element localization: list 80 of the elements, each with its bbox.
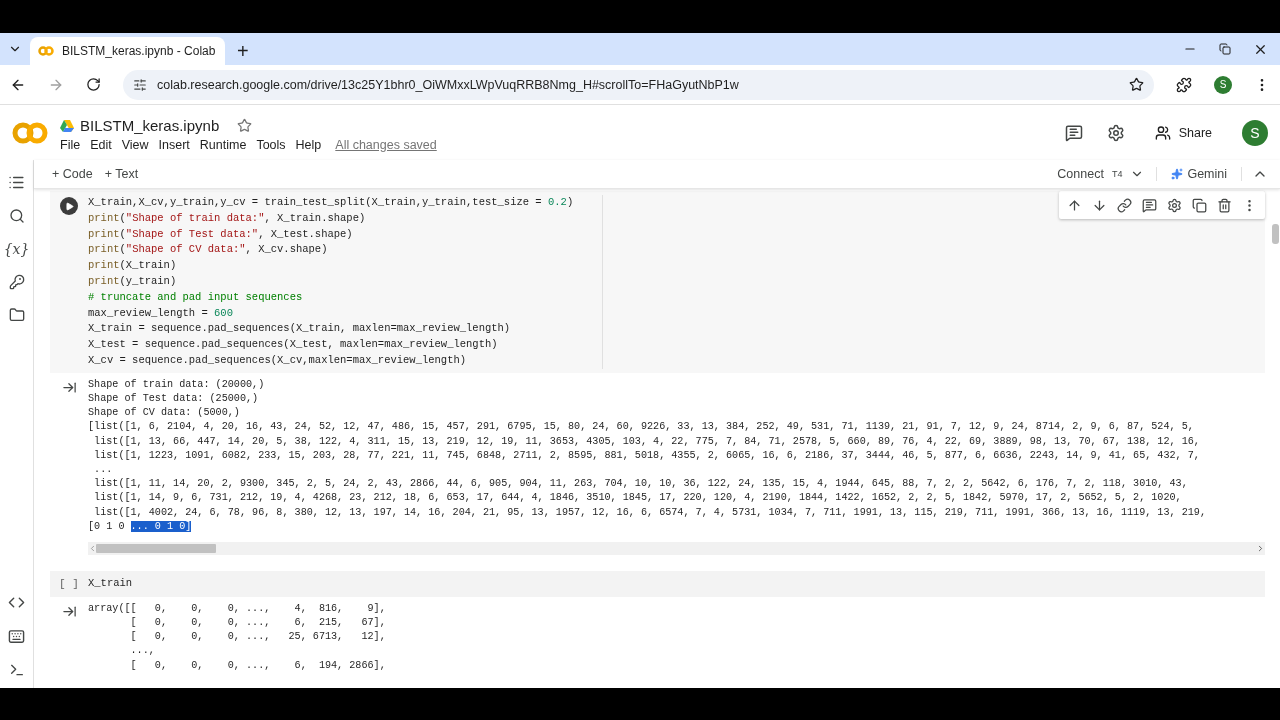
key-icon[interactable] <box>8 274 25 290</box>
menu-item[interactable]: Tools <box>256 138 286 152</box>
code-line: X_test = sequence.pad_sequences(X_test, maxlen=max_review_length) <box>88 337 499 353</box>
menu-item[interactable]: View <box>121 138 149 152</box>
drive-icon <box>60 119 74 132</box>
arrow-down-icon[interactable] <box>1092 197 1107 213</box>
output-line: Shape of Test data: (25000,) <box>88 391 260 406</box>
menu-item[interactable]: File <box>60 138 81 152</box>
output-line: list([1, 4002, 24, 6, 78, 96, 8, 380, 12, 13, 197, 14, 16, 204, 21, 95, 13, 1957, 12, 16, 6, 6574, 7, 4, 5731, 1034, 7, 711, 1991, 13, 115, 219, 711, 1991, 366, 13, 16, 1119, 13, 219, <box>93 505 1207 520</box>
comment-icon[interactable] <box>1064 123 1083 142</box>
folder-icon[interactable] <box>8 307 25 323</box>
menu-item[interactable]: Help <box>295 138 322 152</box>
account-avatar[interactable]: S <box>1242 119 1268 146</box>
trash-icon[interactable] <box>1217 197 1232 213</box>
code-line: print(X_train) <box>88 258 178 274</box>
restore-icon[interactable] <box>1219 43 1231 55</box>
output-line: list([1, 1223, 1091, 6082, 233, 15, 203, 28, 77, 221, 11, 745, 6848, 2711, 2, 8595, 881, 5018, 4355, 2, 6065, 16, 6, 2186, 37, 3444, 46, 5, 877, 6, 6636, 2243, 14, 9, 41, 65, 432, 7, <box>93 448 1201 463</box>
bookmark-star-icon[interactable] <box>1129 77 1144 92</box>
site-info-icon[interactable] <box>133 77 147 92</box>
table-of-contents-icon[interactable] <box>8 174 25 191</box>
add-text-button[interactable]: + Text <box>98 167 145 181</box>
save-status-link[interactable]: All changes saved <box>335 138 437 152</box>
colab-logo-icon <box>12 121 48 144</box>
play-icon <box>64 201 74 211</box>
share-button[interactable]: Share <box>1148 123 1218 142</box>
menu-item[interactable]: Runtime <box>199 138 247 152</box>
terminal-icon[interactable] <box>8 662 25 678</box>
browser-tab[interactable]: BILSTM_keras.ipynb - Colab <box>30 37 225 65</box>
code-line: X_train,X_cv,y_train,y_cv = train_test_split(X_train,y_train,test_size = 0.2) <box>88 195 575 210</box>
link-icon[interactable] <box>1117 197 1132 213</box>
settings-icon[interactable] <box>1106 123 1125 142</box>
code-cell[interactable]: [ ] X_train <box>50 571 1265 597</box>
variables-button[interactable]: {x} <box>3 241 30 257</box>
code-line: print("Shape of train data:", X_train.shape) <box>88 210 367 226</box>
people-icon <box>1154 124 1171 141</box>
menu-item[interactable]: Insert <box>158 138 190 152</box>
code-line: max_review_length = 600 <box>88 305 234 321</box>
new-tab-button[interactable]: + <box>233 41 253 61</box>
address-bar[interactable]: colab.research.google.com/drive/13c25Y1bhr0_OiWMxxLWpVuqRRB8Nmg_H#scrollTo=FHaGyutNbP1w <box>123 69 1154 100</box>
puzzle-icon[interactable] <box>1176 76 1192 93</box>
gemini-button[interactable]: Gemini <box>1157 167 1242 181</box>
star-icon[interactable] <box>237 118 253 133</box>
code-line: print("Shape of CV data:", X_cv.shape) <box>88 242 329 258</box>
profile-avatar[interactable]: S <box>1214 75 1232 94</box>
search-icon[interactable] <box>8 208 25 224</box>
output-line: [ 0, 0, 0, ..., 6, 215, 67], <box>129 616 387 630</box>
output-line: [0 1 0 ... 0 1 0] <box>88 519 193 534</box>
run-indicator[interactable]: [ ] <box>59 578 79 592</box>
add-code-button[interactable]: + Code <box>46 167 99 181</box>
output-line: ... <box>93 463 114 477</box>
code-line: X_cv = sequence.pad_sequences(X_cv,maxlen=max_review_length) <box>88 352 468 368</box>
horizontal-scrollbar[interactable] <box>88 542 1265 555</box>
output-line: list([1, 14, 9, 6, 731, 212, 19, 4, 4268, 23, 212, 18, 6, 653, 17, 644, 4, 1846, 3510, 1845, 17, 220, 120, 4, 2190, 1844, 1422, 1652, 2, 2, 5, 1842, 5970, 17, 2, 5652, 5, 2, 1020, <box>93 491 1183 506</box>
output-line: [list([1, 6, 2104, 4, 20, 16, 43, 24, 52, 12, 47, 486, 15, 457, 291, 6795, 15, 80, 24, 60, 9226, 33, 13, 384, 252, 49, 531, 71, 1139, 21, 91, 7, 12, 9, 24, 8714, 2, 9, 6, 87, 524, 5, <box>88 420 1195 435</box>
code-line: X_train = sequence.pad_sequences(X_train, maxlen=max_review_length) <box>88 321 512 337</box>
output-line: array([[ 0, 0, 0, ..., 4, 816, 9], <box>88 601 387 616</box>
output-line: [ 0, 0, 0, ..., 6, 194, 2866], <box>129 658 387 673</box>
output-line: Shape of train data: (20000,) <box>88 377 266 392</box>
sparkle-icon <box>1171 168 1184 180</box>
output-line: [ 0, 0, 0, ..., 25, 6713, 12], <box>129 630 387 645</box>
keyboard-icon[interactable] <box>8 628 25 645</box>
code-line: print(y_train) <box>88 274 178 289</box>
notebook-name[interactable]: BILSTM_keras.ipynb <box>80 117 220 134</box>
comment-icon[interactable] <box>1142 197 1157 213</box>
output-line: list([1, 11, 14, 20, 2, 9300, 345, 2, 5, 24, 2, 43, 2866, 44, 6, 905, 904, 11, 263, 704, 10, 10, 36, 122, 24, 135, 15, 4, 1944, 645, 88, 7, 2, 2, 5642, 6, 176, 7, 2, 118, 3010, 43, <box>93 477 1189 492</box>
reload-icon[interactable] <box>86 77 101 92</box>
colab-logo-icon <box>38 46 54 56</box>
menu-item[interactable]: Edit <box>90 138 112 152</box>
output-line: list([1, 13, 66, 447, 14, 20, 5, 38, 122, 4, 311, 15, 13, 219, 12, 19, 11, 3653, 4305, 103, 4, 22, 775, 7, 84, 71, 2578, 5, 660, 89, 76, 4, 22, 69, 3889, 98, 13, 70, 67, 138, 12, 16, <box>93 434 1201 449</box>
scroll-right-icon[interactable] <box>1256 544 1265 553</box>
code-line: print("Shape of Test data:", X_test.shape) <box>88 226 354 242</box>
run-button[interactable] <box>60 197 78 215</box>
code-cell[interactable] <box>50 191 1265 373</box>
output-line: ..., <box>129 644 156 659</box>
connect-button[interactable]: Connect T4 <box>1057 167 1158 181</box>
code-comment: # truncate and pad input sequences <box>88 289 304 305</box>
output-line: Shape of CV data: (5000,) <box>88 406 241 421</box>
code-line: X_train <box>88 576 134 591</box>
settings-icon[interactable] <box>1167 197 1182 213</box>
copy-icon[interactable] <box>1192 197 1207 213</box>
